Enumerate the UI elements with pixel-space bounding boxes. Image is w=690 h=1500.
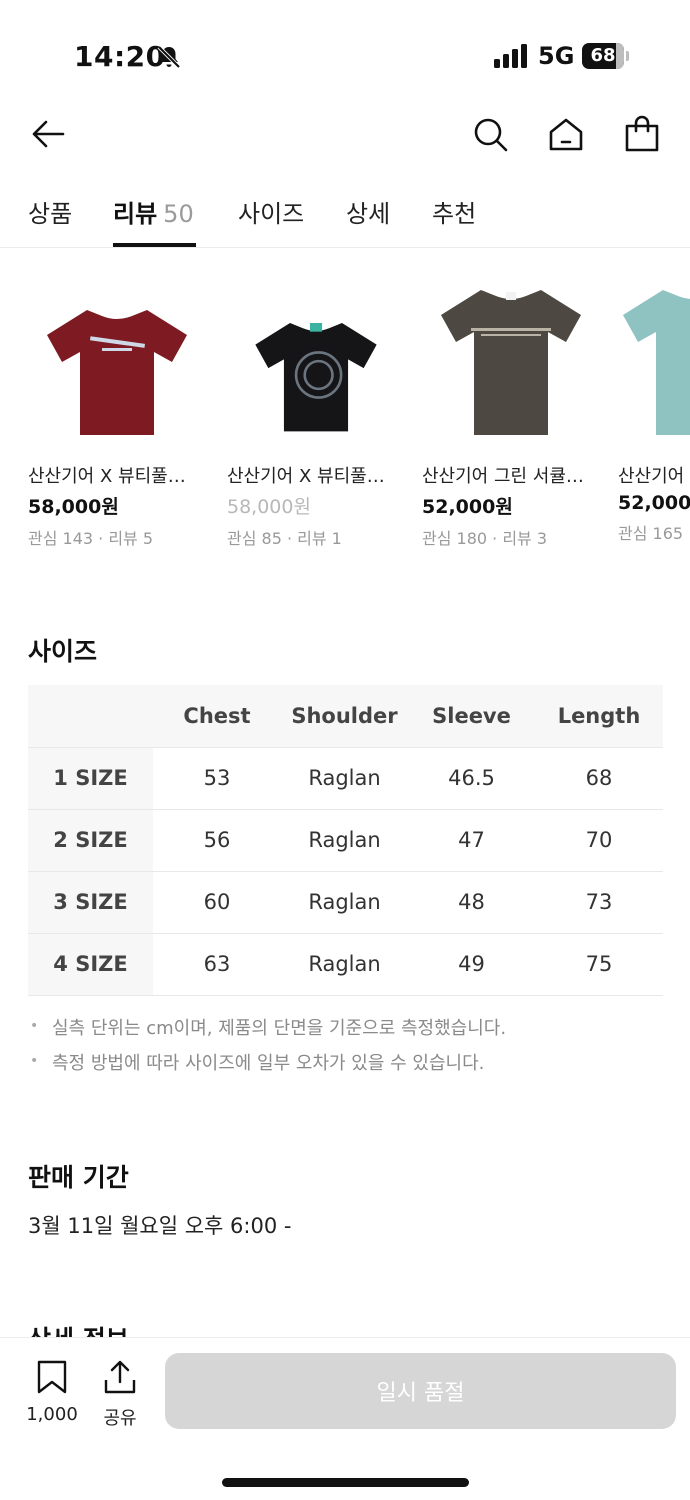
chest-value: 60	[153, 871, 281, 934]
size-label: 4 SIZE	[28, 933, 153, 996]
product-price: 58,000원	[227, 496, 311, 518]
sold-out-button[interactable]: 일시 품절	[165, 1353, 676, 1429]
product-stats: 관심 165	[618, 524, 684, 543]
product-stats: 관심 143 · 리뷰 5	[28, 529, 154, 548]
bottom-action-bar: 1,000 공유 일시 품절	[0, 1337, 690, 1500]
size-notes: 실측 단위는 cm이며, 제품의 단면을 기준으로 측정했습니다. 측정 방법에…	[30, 1014, 670, 1084]
share-button[interactable]: 공유	[96, 1360, 144, 1430]
top-app-bar	[0, 100, 690, 170]
status-bar: 14:20 5G 68	[0, 0, 690, 100]
table-row: 2 SIZE 56 Raglan 47 70	[28, 809, 663, 872]
like-count: 1,000	[26, 1404, 78, 1425]
share-label: 공유	[103, 1408, 137, 1429]
shoulder-value: Raglan	[281, 747, 408, 810]
product-name: 산산기어 X 뷰티풀…	[227, 466, 385, 487]
product-name: 산산기어 X 뷰티풀…	[28, 466, 186, 487]
product-price: 52,000원	[422, 496, 513, 518]
sleeve-value: 48	[408, 871, 535, 934]
network-type: 5G	[538, 42, 575, 70]
product-card[interactable]: 산산기어 X 뷰티풀… 58,000원 관심 85 · 리뷰 1	[227, 250, 405, 549]
length-value: 73	[535, 871, 663, 934]
sale-period-value: 3월 11일 월요일 오후 6:00 -	[28, 1214, 292, 1238]
home-button[interactable]	[544, 112, 588, 156]
product-card[interactable]: 산산기어 그린 서큘… 52,000원 관심 180 · 리뷰 3	[422, 250, 600, 549]
sleeve-value: 46.5	[408, 747, 535, 810]
arrow-left-icon	[32, 120, 65, 148]
sale-period-title: 판매 기간	[28, 1163, 129, 1192]
table-row: 4 SIZE 63 Raglan 49 75	[28, 933, 663, 996]
product-stats: 관심 85 · 리뷰 1	[227, 529, 342, 548]
size-label: 3 SIZE	[28, 871, 153, 934]
product-card[interactable]: 산산기어 52,000 관심 165	[618, 250, 690, 544]
table-row: 3 SIZE 60 Raglan 48 73	[28, 871, 663, 934]
product-price: 52,000	[618, 492, 690, 514]
chest-value: 53	[153, 747, 281, 810]
product-price: 58,000원	[28, 496, 119, 518]
product-card[interactable]: 산산기어 X 뷰티풀… 58,000원 관심 143 · 리뷰 5	[28, 250, 206, 549]
product-name: 산산기어 그린 서큘…	[422, 466, 584, 487]
product-image	[28, 250, 206, 440]
product-image	[227, 250, 405, 440]
sleeve-value: 49	[408, 933, 535, 996]
product-name: 산산기어	[618, 466, 685, 487]
tab-product[interactable]: 상품	[28, 194, 78, 229]
like-button[interactable]: 1,000	[22, 1360, 82, 1425]
table-row: 1 SIZE 53 Raglan 46.5 68	[28, 747, 663, 810]
share-icon	[104, 1360, 136, 1394]
size-header-corner	[28, 685, 153, 748]
battery-level: 68	[590, 45, 616, 66]
tab-size[interactable]: 사이즈	[238, 194, 310, 229]
product-image	[422, 250, 600, 440]
product-stats: 관심 180 · 리뷰 3	[422, 529, 548, 548]
battery-icon: 68	[582, 43, 630, 69]
section-tabs: 상품 리뷰 50 사이즈 상세 추천	[0, 180, 690, 248]
length-value: 68	[535, 747, 663, 810]
shopping-bag-icon	[625, 115, 659, 152]
tab-review[interactable]: 리뷰 50	[113, 194, 194, 229]
sleeve-value: 47	[408, 809, 535, 872]
shoulder-value: Raglan	[281, 871, 408, 934]
cellular-signal-icon	[494, 44, 527, 68]
tab-detail[interactable]: 상세	[346, 194, 396, 229]
shoulder-value: Raglan	[281, 933, 408, 996]
tab-recommend[interactable]: 추천	[432, 194, 482, 229]
bell-muted-icon	[157, 45, 181, 69]
home-indicator	[222, 1478, 469, 1487]
size-chart-table: Chest Shoulder Sleeve Length 1 SIZE 53 R…	[28, 685, 663, 996]
size-header-shoulder: Shoulder	[281, 685, 408, 748]
status-time: 14:20	[74, 40, 166, 73]
shoulder-value: Raglan	[281, 809, 408, 872]
size-label: 1 SIZE	[28, 747, 153, 810]
length-value: 70	[535, 809, 663, 872]
cart-button[interactable]	[620, 112, 664, 156]
active-tab-indicator	[113, 243, 196, 247]
product-image	[618, 250, 690, 440]
length-value: 75	[535, 933, 663, 996]
size-header-length: Length	[535, 685, 663, 748]
size-header-chest: Chest	[153, 685, 281, 748]
chest-value: 63	[153, 933, 281, 996]
size-label: 2 SIZE	[28, 809, 153, 872]
home-icon	[549, 118, 583, 151]
size-section-title: 사이즈	[28, 637, 98, 666]
back-button[interactable]	[26, 112, 70, 156]
search-icon	[474, 118, 508, 152]
search-button[interactable]	[468, 112, 512, 156]
size-note: 측정 방법에 따라 사이즈에 일부 오차가 있을 수 있습니다.	[30, 1049, 670, 1084]
size-note: 실측 단위는 cm이며, 제품의 단면을 기준으로 측정했습니다.	[30, 1014, 670, 1049]
bookmark-icon	[37, 1360, 67, 1394]
chest-value: 56	[153, 809, 281, 872]
size-header-sleeve: Sleeve	[408, 685, 535, 748]
size-table-header-row: Chest Shoulder Sleeve Length	[28, 685, 663, 748]
recommended-products-carousel[interactable]: 산산기어 X 뷰티풀… 58,000원 관심 143 · 리뷰 5 산산기어 X…	[0, 250, 690, 560]
